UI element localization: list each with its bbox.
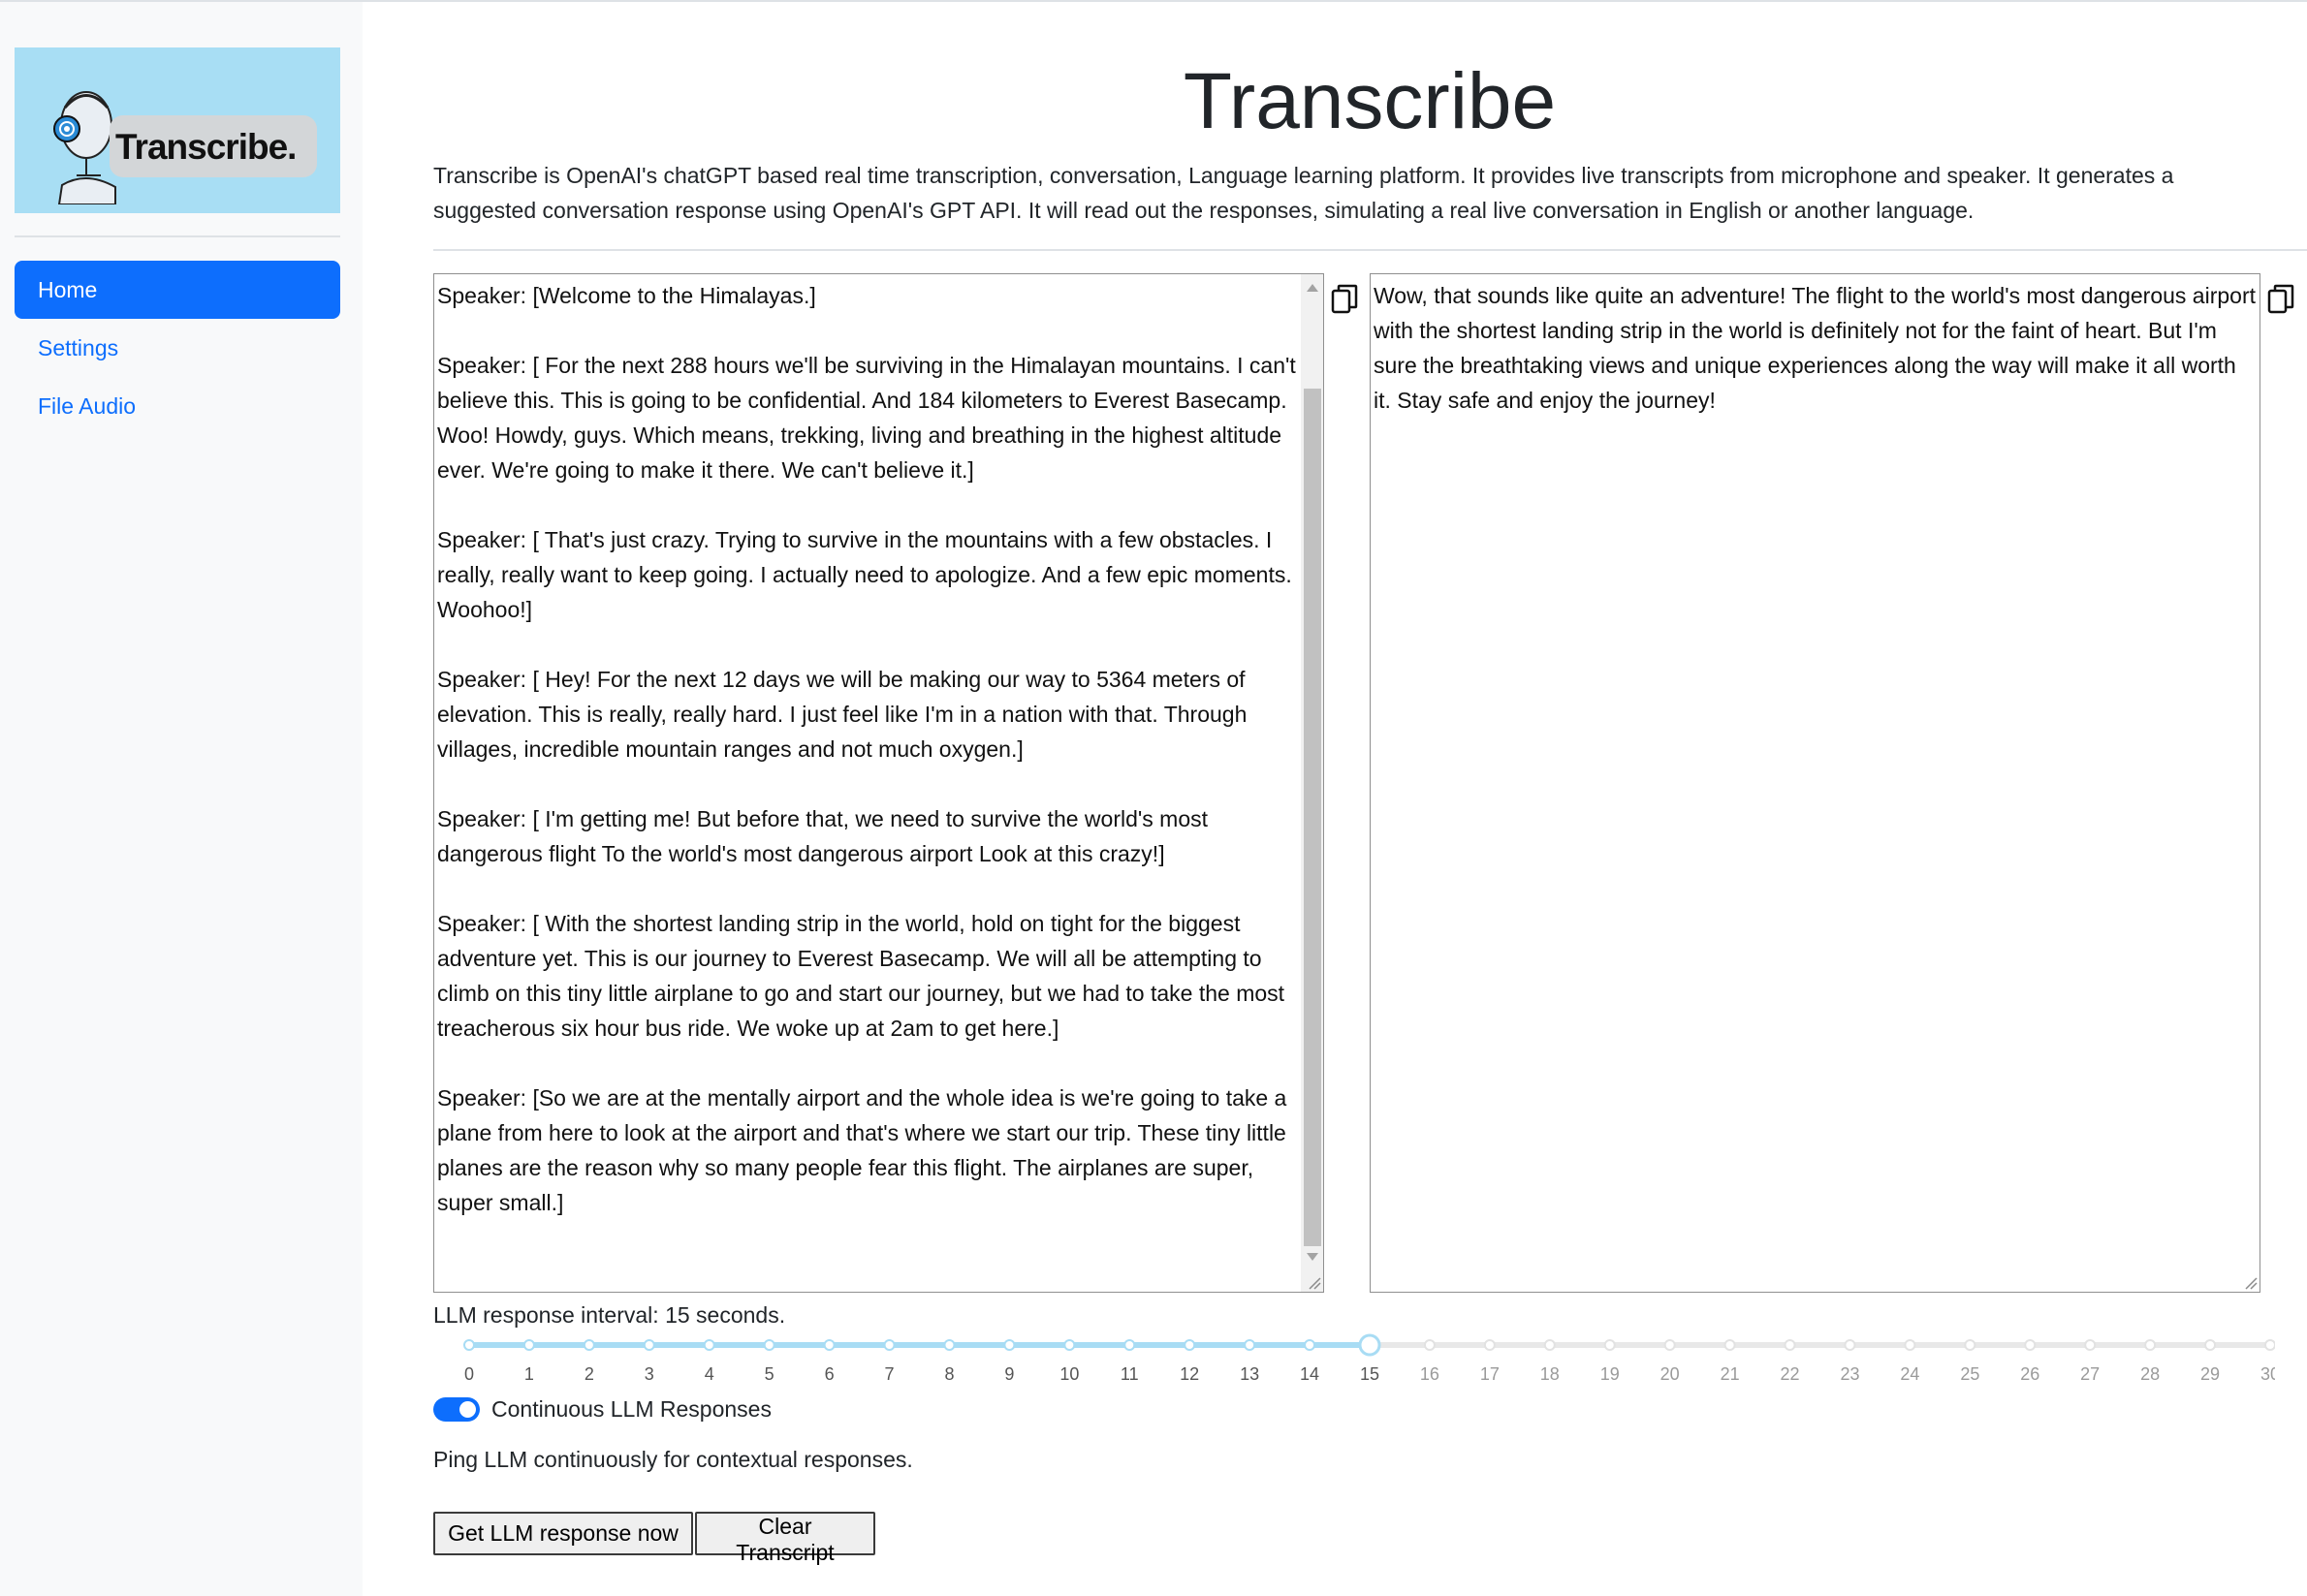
slider-tick — [943, 1339, 956, 1351]
slider-tick-label: 17 — [1480, 1364, 1500, 1384]
slider-tick — [522, 1339, 535, 1351]
sidebar-item-file-audio[interactable]: File Audio — [15, 377, 340, 435]
slider-tick — [1063, 1339, 1076, 1351]
slider-tick-label: 21 — [1721, 1364, 1740, 1384]
sidebar: Transcribe. Home Settings File Audio — [0, 2, 363, 1596]
slider-tick — [1003, 1339, 1016, 1351]
slider-tick-label: 7 — [885, 1364, 895, 1384]
slider-tick-label: 24 — [1900, 1364, 1919, 1384]
slider-tick — [643, 1339, 655, 1351]
slider-tick-label: 19 — [1600, 1364, 1620, 1384]
slider-tick — [1663, 1339, 1676, 1351]
slider-tick — [1904, 1339, 1916, 1351]
clear-transcript-button[interactable]: Clear Transcript — [695, 1512, 875, 1565]
slider-tick — [1603, 1339, 1616, 1351]
sidebar-item-home[interactable]: Home — [15, 261, 340, 319]
slider-tick-label: 18 — [1540, 1364, 1560, 1384]
slider-tick-label: 30 — [2260, 1364, 2275, 1384]
interval-slider[interactable]: 0 1 2 3 4 5 6 7 8 9 10 11 12 13 14 15 16 17 18 19 20 21 22 23 24… — [433, 1326, 2275, 1403]
slider-tick — [463, 1339, 475, 1351]
slider-tick-label: 28 — [2140, 1364, 2160, 1384]
slider-tick — [2264, 1339, 2275, 1351]
slider-tick — [1964, 1339, 1976, 1351]
response-text: Wow, that sounds like quite an adventure… — [1374, 283, 2257, 413]
slider-tick-label: 9 — [1004, 1364, 1014, 1384]
slider-tick — [583, 1339, 595, 1351]
slider-tick — [2144, 1339, 2157, 1351]
slider-tick — [1723, 1339, 1736, 1351]
slider-tick-label: 26 — [2020, 1364, 2039, 1384]
slider-tick-label: 8 — [944, 1364, 954, 1384]
scroll-down-icon[interactable] — [1307, 1253, 1318, 1261]
slider-tick — [1184, 1339, 1196, 1351]
copy-response-icon[interactable] — [2266, 283, 2295, 316]
resize-grip-icon[interactable] — [2244, 1276, 2258, 1290]
slider-tick-label: 2 — [585, 1364, 594, 1384]
resize-grip-icon[interactable] — [1308, 1276, 1321, 1290]
slider-tick-label: 27 — [2080, 1364, 2100, 1384]
slider-tick — [1543, 1339, 1556, 1351]
slider-tick — [2024, 1339, 2037, 1351]
toggle-knob — [459, 1401, 476, 1418]
slider-tick — [2084, 1339, 2097, 1351]
slider-tick-label: 11 — [1121, 1364, 1139, 1384]
sidebar-nav: Home Settings File Audio — [15, 261, 340, 435]
slider-tick — [763, 1339, 775, 1351]
slider-tick-label: 22 — [1781, 1364, 1800, 1384]
slider-tick — [1304, 1339, 1316, 1351]
copy-transcript-icon[interactable] — [1330, 283, 1359, 316]
slider-tick-label: 1 — [524, 1364, 534, 1384]
response-textarea[interactable]: Wow, that sounds like quite an adventure… — [1370, 273, 2260, 1293]
slider-tick — [823, 1339, 836, 1351]
slider-tick-label: 14 — [1300, 1364, 1319, 1384]
slider-tick — [1244, 1339, 1256, 1351]
slider-tick-label: 6 — [825, 1364, 835, 1384]
main-content: Transcribe Transcribe is OpenAI's chatGP… — [433, 0, 2307, 1596]
transcript-text: Speaker: [Welcome to the Himalayas.] Spe… — [437, 283, 1296, 1215]
sidebar-item-settings[interactable]: Settings — [15, 319, 340, 377]
slider-tick — [1483, 1339, 1496, 1351]
slider-tick-label: 25 — [1960, 1364, 1979, 1384]
app-logo: Transcribe. — [15, 47, 340, 213]
slider-tick — [2204, 1339, 2217, 1351]
continuous-toggle-label: Continuous LLM Responses — [491, 1396, 772, 1422]
slider-tick — [1423, 1339, 1436, 1351]
slider-tick — [703, 1339, 715, 1351]
logo-text: Transcribe. — [115, 127, 297, 167]
slider-tick-label: 29 — [2200, 1364, 2220, 1384]
sidebar-divider — [15, 235, 340, 237]
content-divider — [433, 249, 2307, 251]
interval-label: LLM response interval: 15 seconds. — [433, 1302, 786, 1328]
slider-tick — [1123, 1339, 1136, 1351]
slider-tick — [1844, 1339, 1856, 1351]
transcript-textarea[interactable]: Speaker: [Welcome to the Himalayas.] Spe… — [433, 273, 1324, 1293]
slider-tick — [883, 1339, 896, 1351]
slider-tick-label: 20 — [1660, 1364, 1680, 1384]
ping-description: Ping LLM continuously for contextual res… — [433, 1447, 913, 1472]
slider-tick-label: 5 — [765, 1364, 774, 1384]
slider-tick-label: 15 — [1360, 1364, 1379, 1384]
slider-thumb[interactable] — [1358, 1333, 1381, 1357]
slider-tick-label: 13 — [1240, 1364, 1259, 1384]
slider-tick-label: 4 — [705, 1364, 714, 1384]
slider-tick-label: 0 — [464, 1364, 474, 1384]
scroll-thumb[interactable] — [1304, 389, 1321, 1246]
continuous-toggle[interactable] — [433, 1397, 480, 1422]
slider-tick-label: 12 — [1180, 1364, 1199, 1384]
slider-tick-label: 10 — [1059, 1364, 1079, 1384]
scroll-up-icon[interactable] — [1307, 284, 1318, 292]
get-llm-response-button[interactable]: Get LLM response now — [433, 1512, 693, 1555]
page-title: Transcribe — [1183, 57, 1557, 145]
slider-tick-label: 3 — [645, 1364, 654, 1384]
slider-tick-label: 16 — [1420, 1364, 1439, 1384]
slider-tick — [1784, 1339, 1796, 1351]
app-description: Transcribe is OpenAI's chatGPT based rea… — [433, 163, 2174, 223]
slider-tick-label: 23 — [1840, 1364, 1859, 1384]
transcript-scrollbar[interactable] — [1301, 274, 1323, 1292]
